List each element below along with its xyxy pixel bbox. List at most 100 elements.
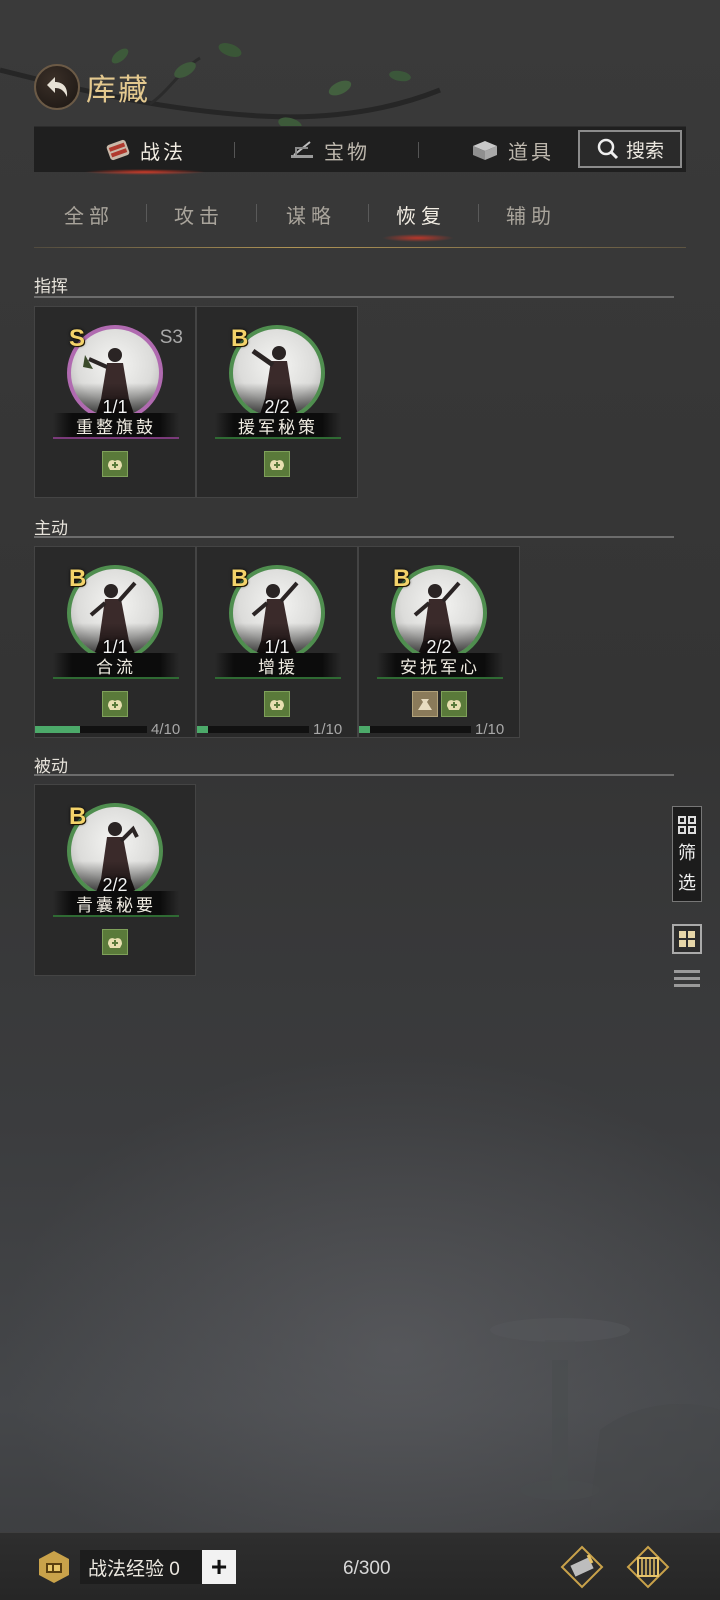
progress-fill xyxy=(197,725,209,733)
search-button[interactable]: 搜索 xyxy=(578,130,682,168)
subtab-divider xyxy=(368,204,369,222)
heal-icon xyxy=(440,691,467,717)
tab-tactics-label: 战法 xyxy=(140,141,186,164)
category-tab-bar: 全部 攻击 谋略 恢复 辅助 xyxy=(34,192,686,248)
section-title-command: 指挥 xyxy=(34,277,68,296)
tactic-type-icons xyxy=(197,451,357,477)
tactic-season: S3 xyxy=(159,327,183,348)
active-subtab-glow xyxy=(382,234,454,242)
progress-bar xyxy=(35,725,147,733)
list-line xyxy=(674,976,700,980)
tab-items-label: 道具 xyxy=(508,141,552,164)
tactic-grade: B xyxy=(393,565,411,592)
tactic-name: 重整旗鼓 xyxy=(53,413,179,439)
header: 库藏 xyxy=(34,64,150,110)
tactic-card[interactable]: 2/2 B 援军秘策 xyxy=(196,306,358,498)
section-rule xyxy=(34,774,674,776)
tactic-type-icons xyxy=(35,929,195,955)
heal-icon xyxy=(102,451,128,477)
tab-treasure-label: 宝物 xyxy=(324,141,370,164)
tactic-type-icons xyxy=(35,691,195,717)
progress-text: 1/10 xyxy=(475,720,505,738)
subtab-all[interactable]: 全部 xyxy=(64,200,114,229)
bottom-bar: 战法经验 0 + 6/300 xyxy=(0,1532,720,1600)
tactic-progress: 1/10 xyxy=(359,720,519,738)
tactic-type-icons xyxy=(359,691,519,717)
tab-tactics[interactable]: 战法 xyxy=(84,127,206,175)
heal-icon xyxy=(264,691,290,717)
tactic-experience: 战法经验 0 xyxy=(80,1550,204,1584)
filter-grid-icon xyxy=(678,816,696,834)
subtab-support[interactable]: 辅助 xyxy=(506,200,556,229)
grid-view-toggle[interactable] xyxy=(672,924,702,954)
tactic-name: 合流 xyxy=(53,653,179,679)
add-experience-button[interactable]: + xyxy=(202,1550,236,1584)
back-button[interactable] xyxy=(34,64,80,110)
list-view-toggle[interactable] xyxy=(674,964,700,992)
filter-label-2: 选 xyxy=(678,873,696,893)
heal-icon xyxy=(102,929,128,955)
back-arrow-icon xyxy=(47,77,68,97)
subtab-recovery-label: 恢复 xyxy=(396,206,446,228)
progress-text: 4/10 xyxy=(151,720,181,738)
progress-fill xyxy=(35,725,80,733)
subtab-strategy[interactable]: 谋略 xyxy=(286,200,336,229)
tactic-type-icons xyxy=(197,691,357,717)
page-title: 库藏 xyxy=(86,73,150,108)
list-line xyxy=(674,983,700,987)
tactic-name: 援军秘策 xyxy=(215,413,341,439)
background-mist xyxy=(0,1050,720,1550)
tactic-card[interactable]: 1/1 S S3 重整旗鼓 xyxy=(34,306,196,498)
tactic-name: 增援 xyxy=(215,653,341,679)
subtab-attack[interactable]: 攻击 xyxy=(174,200,224,229)
subtab-divider xyxy=(256,204,257,222)
list-line xyxy=(674,969,700,973)
subtab-divider-line xyxy=(34,247,686,248)
tactic-grade: S xyxy=(69,325,86,352)
storage-gate-icon[interactable] xyxy=(626,1545,670,1589)
heal-icon xyxy=(102,691,128,717)
tactic-card[interactable]: 2/2 B 安抚军心 1/10 xyxy=(358,546,520,738)
tactic-capacity: 6/300 xyxy=(343,1558,391,1579)
progress-fill xyxy=(359,725,371,733)
subtab-divider xyxy=(146,204,147,222)
treasure-icon xyxy=(291,141,313,158)
tactic-grade: B xyxy=(231,325,249,352)
item-box-icon xyxy=(473,141,497,160)
tactic-grade: B xyxy=(69,803,87,830)
tactic-grade: B xyxy=(231,565,249,592)
tactic-name: 安抚军心 xyxy=(377,653,503,679)
bag-icon xyxy=(411,691,438,717)
tactic-grade: B xyxy=(69,565,87,592)
search-label: 搜索 xyxy=(625,140,664,162)
convert-scroll-icon[interactable] xyxy=(560,1545,604,1589)
progress-text: 1/10 xyxy=(313,720,343,738)
filter-label-1: 筛 xyxy=(678,843,696,863)
tactic-card[interactable]: 1/1 B 增援 1/10 xyxy=(196,546,358,738)
tactic-progress: 1/10 xyxy=(197,720,357,738)
lantern-decoration xyxy=(490,1318,720,1510)
active-tab-glow xyxy=(84,169,206,175)
progress-bar xyxy=(197,725,309,733)
tab-divider xyxy=(418,142,419,158)
tab-treasure[interactable]: 宝物 xyxy=(288,127,370,173)
tactic-name: 青囊秘要 xyxy=(53,891,179,917)
heal-icon xyxy=(264,451,290,477)
section-rule xyxy=(34,536,674,538)
progress-bar xyxy=(359,725,471,733)
subtab-divider xyxy=(478,204,479,222)
tab-divider xyxy=(234,142,235,158)
scroll-bundle-icon xyxy=(106,139,130,161)
tactic-card[interactable]: 2/2 B 青囊秘要 xyxy=(34,784,196,976)
tactic-progress: 4/10 xyxy=(35,720,195,738)
search-icon xyxy=(597,138,619,160)
tactic-type-icons xyxy=(35,451,195,477)
section-rule xyxy=(34,296,674,298)
tab-items[interactable]: 道具 xyxy=(470,127,552,173)
filter-button[interactable]: 筛 选 xyxy=(672,806,702,902)
main-tab-bar: 战法 宝物 道具 搜索 xyxy=(34,126,686,175)
subtab-recovery[interactable]: 恢复 xyxy=(382,200,454,242)
experience-icon xyxy=(39,1551,69,1583)
grid-view-icon xyxy=(679,931,695,947)
tactic-card[interactable]: 1/1 B 合流 4/10 xyxy=(34,546,196,738)
